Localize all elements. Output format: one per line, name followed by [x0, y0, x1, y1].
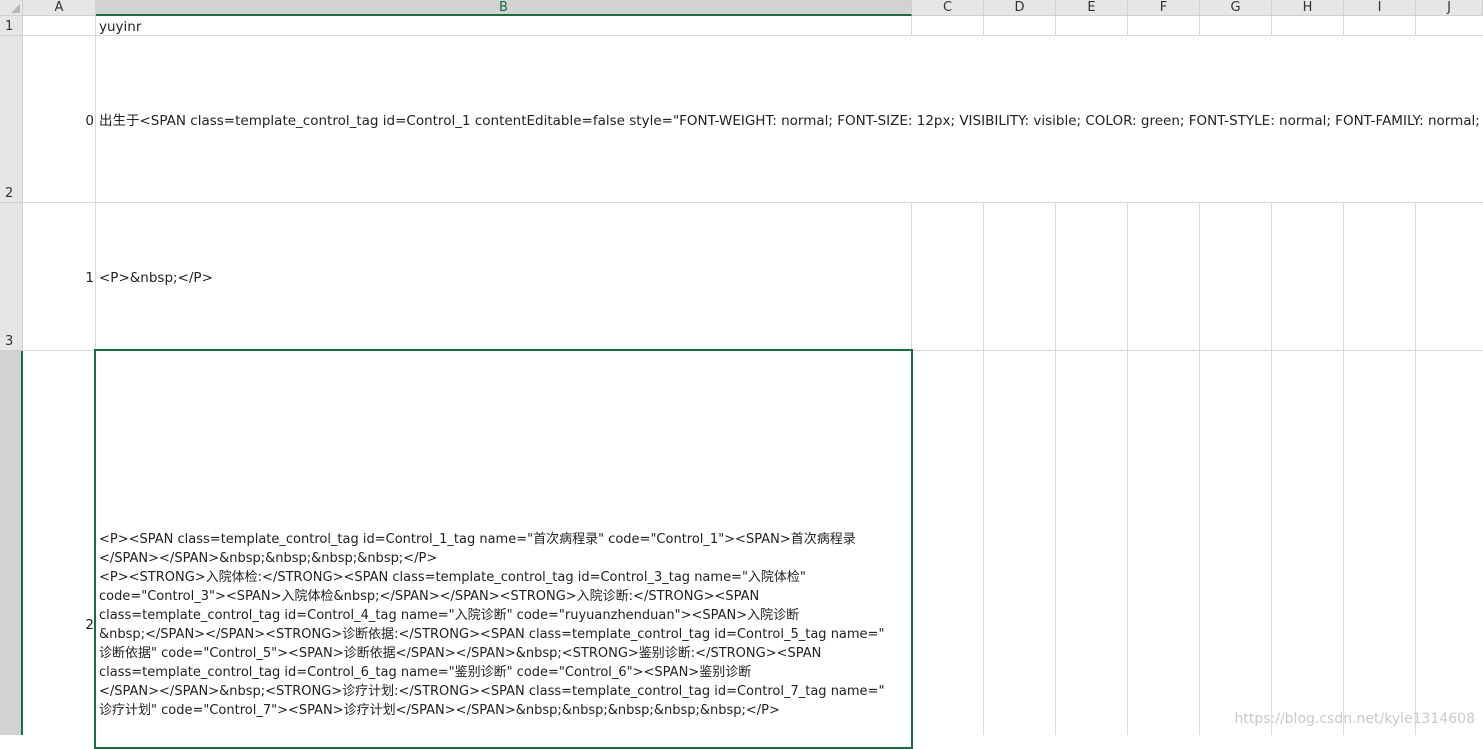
row-number: 1: [5, 19, 14, 34]
cell-a2[interactable]: 0: [23, 111, 96, 131]
row-number: 3: [5, 334, 14, 349]
col-header-a[interactable]: A: [23, 0, 96, 16]
grid-line: [983, 203, 984, 735]
col-header-c[interactable]: C: [912, 0, 984, 16]
col-header-d[interactable]: D: [984, 0, 1056, 16]
grid-line: [911, 16, 912, 36]
grid-line: [1415, 203, 1416, 735]
grid-line: [1127, 16, 1128, 36]
active-cell-border: [94, 349, 913, 749]
col-header-i[interactable]: I: [1344, 0, 1416, 16]
spreadsheet-grid: A B C D E F G H I J 1 2 3 yuyinr 0 出生于<S…: [0, 0, 1483, 749]
cell-b1[interactable]: yuyinr: [96, 17, 911, 36]
col-header-b[interactable]: B: [96, 0, 912, 16]
grid-line: [1127, 203, 1128, 735]
grid-line: [23, 202, 1483, 203]
watermark: https://blog.csdn.net/kyle1314608: [1234, 711, 1475, 727]
grid-line: [1055, 16, 1056, 36]
col-header-g[interactable]: G: [1200, 0, 1272, 16]
cell-b2[interactable]: 出生于<SPAN class=template_control_tag id=C…: [96, 111, 1483, 131]
row-header-3[interactable]: 3: [0, 203, 23, 351]
col-header-f[interactable]: F: [1128, 0, 1200, 16]
row-number: 2: [5, 186, 14, 201]
grid-line: [1271, 203, 1272, 735]
col-header-e[interactable]: E: [1056, 0, 1128, 16]
grid-line: [1343, 203, 1344, 735]
cell-a4[interactable]: 2: [23, 615, 96, 635]
cell-b3[interactable]: <P>&nbsp;</P>: [96, 268, 911, 288]
col-header-h[interactable]: H: [1272, 0, 1344, 16]
cell-a3[interactable]: 1: [23, 268, 96, 288]
grid-line: [1199, 203, 1200, 735]
grid-line: [1199, 16, 1200, 36]
grid-line: [1415, 16, 1416, 36]
row-header-1[interactable]: 1: [0, 16, 23, 36]
grid-line: [983, 16, 984, 36]
row-header-2[interactable]: 2: [0, 36, 23, 203]
col-header-j[interactable]: J: [1416, 0, 1483, 16]
row-header-4[interactable]: [0, 351, 23, 735]
grid-line: [1055, 203, 1056, 735]
select-all-corner[interactable]: [0, 0, 23, 16]
select-all-triangle-icon: [11, 4, 20, 13]
grid-line: [1271, 16, 1272, 36]
grid-line: [1343, 16, 1344, 36]
